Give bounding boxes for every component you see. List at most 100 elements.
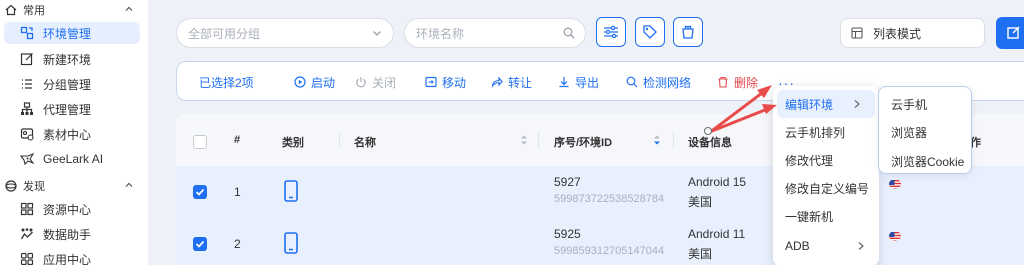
sidebar-item-label: 资源中心 bbox=[43, 202, 92, 217]
section-discover-label: 发现 bbox=[23, 181, 45, 193]
group-select[interactable]: 全部可用分组 bbox=[176, 18, 394, 48]
row-checkbox[interactable] bbox=[193, 237, 207, 251]
sidebar: 常用 环境管理 新建环境 分组管理 代理管理 素材中心 GeeLark AI 发… bbox=[0, 0, 148, 265]
export-label: 导出 bbox=[575, 75, 600, 90]
chevron-up-icon bbox=[125, 182, 133, 187]
chevron-down-icon bbox=[373, 31, 381, 36]
sort-desc-icon[interactable] bbox=[653, 134, 661, 146]
export-button[interactable]: 导出 bbox=[558, 62, 599, 102]
sidebar-item-label: 分组管理 bbox=[43, 77, 92, 92]
row-checkbox[interactable] bbox=[193, 185, 207, 199]
sidebar-item-proxy-manage[interactable]: 代理管理 bbox=[4, 98, 140, 120]
more-actions-menu: 编辑环境 云手机排列 修改代理 修改自定义编号 一键新机 ADB bbox=[773, 86, 879, 265]
menu-item-one-click-new[interactable]: 一键新机 bbox=[773, 202, 879, 230]
material-icon bbox=[20, 127, 34, 141]
submenu-item-browser-cookie[interactable]: 浏览器Cookie bbox=[891, 153, 964, 170]
menu-item-adb[interactable]: ADB bbox=[773, 232, 879, 260]
download-icon bbox=[558, 76, 570, 88]
menu-item-edit-proxy[interactable]: 修改代理 bbox=[773, 146, 879, 174]
trash-icon bbox=[717, 76, 729, 88]
menu-item-edit-env[interactable]: 编辑环境 bbox=[777, 90, 875, 118]
row-env-id: 599873722538528784 bbox=[554, 193, 665, 205]
search-icon bbox=[626, 76, 638, 88]
col-index-header: # bbox=[234, 134, 241, 146]
sidebar-item-label: 应用中心 bbox=[43, 252, 92, 265]
row-region: 美国 bbox=[688, 247, 713, 261]
selected-count-label: 已选择2项 bbox=[199, 75, 254, 90]
chevron-right-icon bbox=[858, 242, 864, 250]
section-common[interactable]: 常用 bbox=[0, 0, 148, 20]
sidebar-item-label: 代理管理 bbox=[43, 102, 92, 117]
select-all-checkbox[interactable] bbox=[193, 135, 207, 149]
transfer-button[interactable]: 转让 bbox=[491, 62, 532, 102]
sidebar-item-env-manage[interactable]: 环境管理 bbox=[4, 22, 140, 44]
delete-label: 删除 bbox=[734, 75, 759, 90]
section-discover[interactable]: 发现 bbox=[0, 176, 148, 196]
section-common-label: 常用 bbox=[23, 5, 45, 17]
power-icon bbox=[355, 76, 367, 88]
sidebar-item-group-manage[interactable]: 分组管理 bbox=[4, 73, 140, 95]
phone-icon bbox=[284, 232, 298, 254]
row-device: Android 11 bbox=[688, 227, 746, 241]
sidebar-item-data-assistant[interactable]: 数据助手 bbox=[4, 223, 140, 245]
close-button[interactable]: 关闭 bbox=[355, 62, 396, 102]
col-serial-header: 序号/环境ID bbox=[554, 137, 613, 149]
check-network-button[interactable]: 检测网络 bbox=[626, 62, 691, 102]
sidebar-item-label: 数据助手 bbox=[43, 227, 92, 242]
tag-button[interactable] bbox=[635, 17, 665, 47]
move-icon bbox=[425, 76, 437, 88]
row-index: 2 bbox=[234, 237, 241, 251]
phone-icon bbox=[284, 180, 298, 202]
sidebar-item-resource-center[interactable]: 资源中心 bbox=[4, 198, 140, 220]
menu-item-cloud-arrange[interactable]: 云手机排列 bbox=[773, 118, 879, 146]
env-manage-icon bbox=[20, 26, 34, 40]
sidebar-item-app-center[interactable]: 应用中心 bbox=[4, 248, 140, 265]
row-env-id: 599859312705147044 bbox=[554, 245, 665, 257]
column-divider[interactable] bbox=[538, 132, 539, 148]
env-name-placeholder: 环境名称 bbox=[416, 26, 465, 41]
data-assistant-icon bbox=[20, 227, 34, 241]
col-type-header: 类别 bbox=[282, 137, 304, 149]
menu-item-label: 云手机排列 bbox=[785, 125, 846, 140]
us-flag-icon bbox=[889, 231, 901, 241]
edit-env-submenu: 云手机 浏览器 浏览器Cookie bbox=[878, 86, 972, 174]
col-name-header: 名称 bbox=[354, 137, 376, 149]
edit-icon bbox=[20, 52, 34, 66]
move-button[interactable]: 移动 bbox=[425, 62, 466, 102]
sidebar-item-geelark-ai[interactable]: GeeLark AI bbox=[4, 148, 140, 170]
menu-item-edit-custom-id[interactable]: 修改自定义编号 bbox=[773, 174, 879, 202]
sidebar-item-new-env[interactable]: 新建环境 bbox=[4, 48, 140, 70]
group-select-placeholder: 全部可用分组 bbox=[188, 26, 261, 41]
column-divider[interactable] bbox=[673, 132, 674, 148]
clean-button[interactable] bbox=[673, 17, 703, 47]
menu-item-label: 修改代理 bbox=[785, 153, 834, 168]
env-name-search-input[interactable]: 环境名称 bbox=[404, 18, 586, 48]
column-divider[interactable] bbox=[339, 132, 340, 148]
submenu-item-cloud-phone[interactable]: 云手机 bbox=[891, 96, 927, 113]
list-icon bbox=[20, 77, 34, 91]
start-button[interactable]: 启动 bbox=[294, 62, 335, 102]
view-mode-select[interactable]: 列表模式 bbox=[840, 18, 985, 48]
check-icon bbox=[195, 240, 205, 248]
delete-button[interactable]: 删除 bbox=[717, 62, 758, 102]
table-icon bbox=[851, 27, 863, 39]
search-icon bbox=[563, 27, 575, 39]
sidebar-item-label: 新建环境 bbox=[43, 52, 92, 67]
submenu-item-browser[interactable]: 浏览器 bbox=[891, 124, 927, 141]
move-label: 移动 bbox=[442, 75, 467, 90]
chevron-right-icon bbox=[854, 100, 860, 108]
sliders-icon bbox=[604, 25, 618, 39]
row-device: Android 15 bbox=[688, 175, 747, 189]
add-env-button[interactable] bbox=[996, 17, 1024, 49]
sidebar-item-material-center[interactable]: 素材中心 bbox=[4, 123, 140, 145]
col-device-header: 设备信息 bbox=[688, 137, 732, 149]
transfer-label: 转让 bbox=[508, 75, 533, 90]
close-label: 关闭 bbox=[372, 75, 397, 90]
view-mode-label: 列表模式 bbox=[873, 26, 922, 41]
sidebar-item-label: 素材中心 bbox=[43, 127, 92, 142]
ai-icon bbox=[20, 152, 34, 166]
table-row[interactable]: 2 5925 599859312705147044 Android 11 美国 bbox=[176, 218, 1024, 265]
sort-icon[interactable] bbox=[520, 134, 528, 146]
filter-button[interactable] bbox=[596, 17, 626, 47]
sidebar-item-label: 环境管理 bbox=[43, 26, 92, 41]
